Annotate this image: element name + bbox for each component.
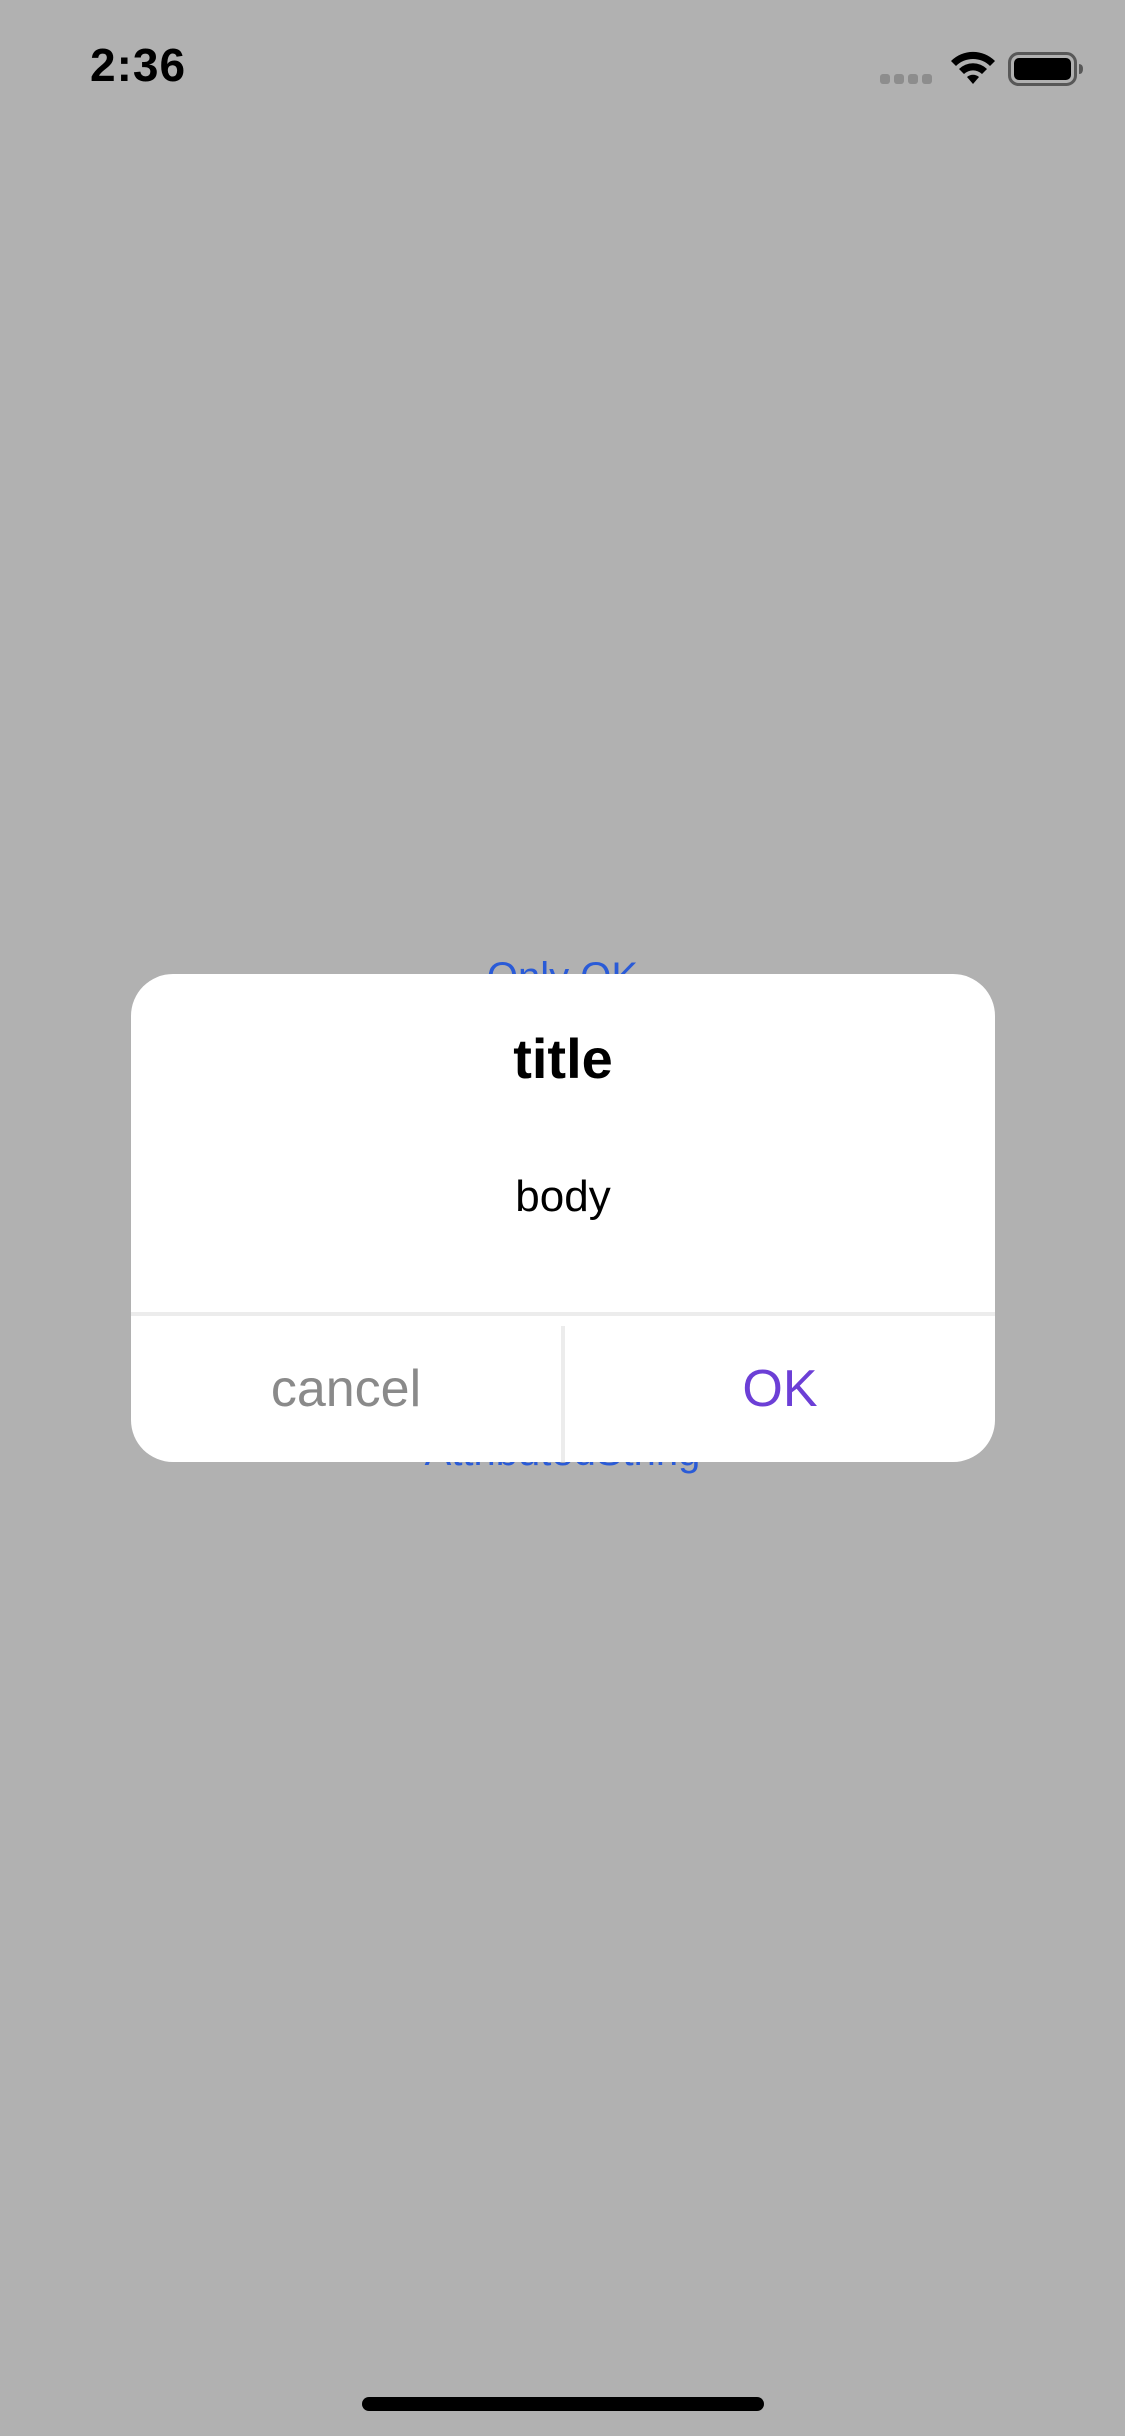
status-time: 2:36 [90,39,187,91]
cellular-signal-icon [880,74,932,84]
dialog-body: body [515,1172,611,1221]
ok-button[interactable]: OK [565,1316,995,1462]
battery-icon [1008,52,1083,86]
cancel-button[interactable]: cancel [131,1316,561,1462]
alert-dialog: title body cancel OK [131,974,995,1462]
status-bar: 2:36 [0,0,1125,140]
dialog-title: title [513,1027,613,1090]
home-indicator[interactable] [362,2397,764,2411]
wifi-icon [951,51,995,84]
